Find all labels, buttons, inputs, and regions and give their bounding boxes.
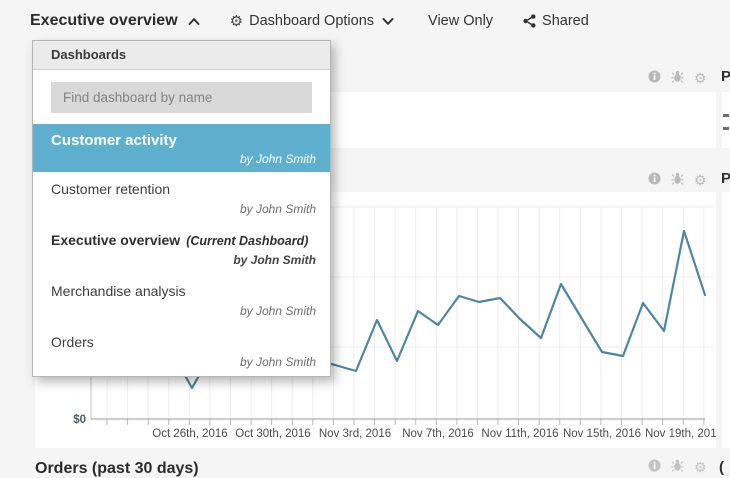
svg-text:Nov 3rd, 2016: Nov 3rd, 2016 bbox=[319, 428, 391, 440]
svg-text:Oct 30th, 2016: Oct 30th, 2016 bbox=[235, 428, 310, 440]
right-widget1-body bbox=[722, 92, 730, 148]
truncated-text bbox=[723, 114, 729, 117]
widget1-toolbar: ⚙ bbox=[648, 70, 707, 86]
dashboard-author: by John Smith bbox=[239, 152, 316, 166]
gear-icon[interactable]: ⚙ bbox=[694, 71, 707, 85]
dashboard-name: Customer retention bbox=[51, 181, 171, 197]
dashboard-item-orders[interactable]: Orders by John Smith bbox=[33, 325, 330, 376]
view-only-label: View Only bbox=[428, 13, 494, 29]
topbar: Executive overview ⚙ Dashboard Options V… bbox=[0, 0, 730, 42]
current-dashboard-tag: (Current Dashboard) bbox=[186, 234, 309, 248]
info-icon[interactable] bbox=[648, 70, 661, 86]
dashboard-name: Executive overview bbox=[51, 232, 181, 248]
dashboard-author: by John Smith bbox=[239, 355, 316, 369]
dashboards-dropdown: Dashboards Customer activity by John Smi… bbox=[32, 40, 331, 377]
svg-text:Nov 11th, 2016: Nov 11th, 2016 bbox=[481, 428, 558, 440]
gear-icon[interactable]: ⚙ bbox=[694, 173, 707, 187]
dashboard-item-customer-retention[interactable]: Customer retention by John Smith bbox=[33, 172, 330, 223]
chevron-down-icon bbox=[382, 17, 394, 26]
gear-icon: ⚙ bbox=[229, 12, 244, 30]
dashboard-search-input[interactable] bbox=[51, 82, 312, 113]
orders-widget-title: Orders (past 30 days) bbox=[35, 460, 199, 477]
svg-text:Nov 7th, 2016: Nov 7th, 2016 bbox=[402, 428, 474, 440]
svg-text:Nov 15th, 2016: Nov 15th, 2016 bbox=[563, 428, 641, 440]
dashboard-author: by John Smith bbox=[239, 202, 316, 216]
shared-button[interactable]: Shared bbox=[523, 13, 589, 29]
dashboard-name: Orders bbox=[51, 334, 94, 350]
dashboard-search bbox=[33, 70, 330, 124]
shared-label: Shared bbox=[542, 13, 589, 29]
dashboard-item-merchandise-analysis[interactable]: Merchandise analysis by John Smith bbox=[33, 274, 330, 325]
svg-text:Oct 26th, 2016: Oct 26th, 2016 bbox=[152, 428, 227, 440]
right-widget2-partial-title: P bbox=[721, 170, 730, 187]
info-icon[interactable] bbox=[648, 172, 661, 188]
bug-icon[interactable] bbox=[671, 459, 684, 475]
share-icon bbox=[523, 14, 536, 28]
dashboard-author: by John Smith bbox=[239, 304, 316, 318]
dashboard-options-label: Dashboard Options bbox=[249, 13, 375, 29]
right-widget3-partial-title: ( bbox=[719, 459, 724, 476]
right-widget2-body bbox=[722, 192, 730, 448]
chevron-up-icon[interactable] bbox=[188, 17, 200, 26]
dashboard-item-customer-activity[interactable]: Customer activity by John Smith bbox=[33, 124, 330, 172]
dropdown-header: Dashboards bbox=[33, 41, 330, 70]
dashboard-author: by John Smith bbox=[233, 253, 316, 267]
dashboard-item-executive-overview[interactable]: Executive overview (Current Dashboard) by… bbox=[33, 223, 330, 274]
svg-text:$0: $0 bbox=[73, 414, 86, 426]
bug-icon[interactable] bbox=[671, 172, 684, 188]
dashboard-options-button[interactable]: ⚙ Dashboard Options bbox=[230, 13, 394, 29]
page-title[interactable]: Executive overview bbox=[30, 12, 178, 30]
dashboard-name: Customer activity bbox=[51, 132, 177, 149]
truncated-text bbox=[723, 127, 729, 130]
gear-icon[interactable]: ⚙ bbox=[694, 460, 707, 474]
info-icon[interactable] bbox=[648, 459, 661, 475]
bug-icon[interactable] bbox=[671, 70, 684, 86]
widget2-toolbar: ⚙ bbox=[648, 172, 707, 188]
right-widget1-partial-title: P bbox=[721, 68, 730, 85]
widget3-toolbar: ⚙ bbox=[648, 459, 707, 475]
svg-text:Nov 19th, 2016: Nov 19th, 2016 bbox=[645, 428, 716, 440]
dashboard-name: Merchandise analysis bbox=[51, 283, 186, 299]
